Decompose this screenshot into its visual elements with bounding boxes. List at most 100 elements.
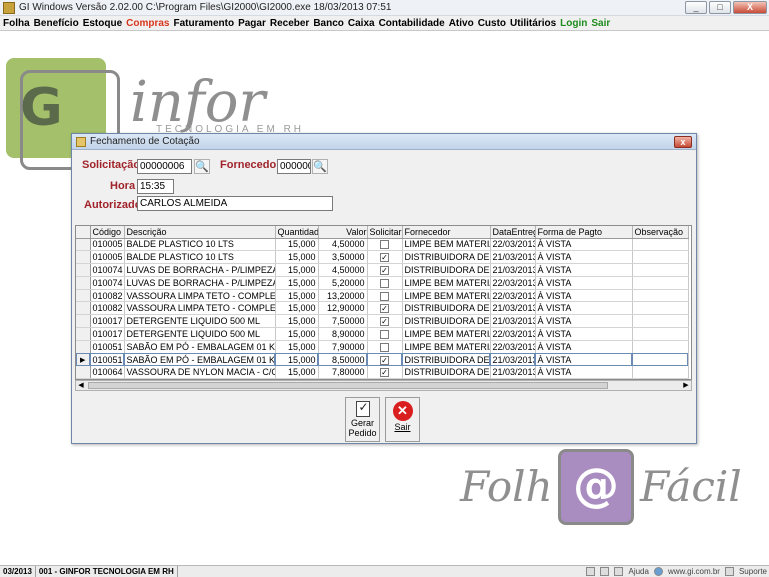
- column-header-fornecedor[interactable]: Fornecedor: [402, 226, 491, 239]
- column-header-pagto[interactable]: Forma de Pagto: [535, 226, 633, 239]
- column-header-valor[interactable]: Valor: [318, 226, 368, 239]
- solicitar-checkbox[interactable]: [380, 278, 389, 288]
- cell-solicitar[interactable]: [367, 327, 403, 341]
- calculator-icon[interactable]: [600, 567, 610, 576]
- minimize-button[interactable]: _: [685, 1, 707, 14]
- menu-item-contabilidade[interactable]: Contabilidade: [379, 18, 445, 29]
- menu-item-banco[interactable]: Banco: [313, 18, 344, 29]
- row-indicator[interactable]: [76, 301, 91, 316]
- close-window-button[interactable]: X: [733, 1, 767, 14]
- row-indicator[interactable]: [76, 289, 91, 303]
- cell-valor: 3,50000: [318, 250, 368, 265]
- cell-data: 21/03/2013: [490, 353, 536, 367]
- column-header-codigo[interactable]: Código: [90, 226, 125, 239]
- fornecedor-binoculars-icon[interactable]: 🔍: [312, 159, 328, 174]
- table-row[interactable]: 010074LUVAS DE BORRACHA - P/LIMPEZA GERA…: [76, 276, 689, 290]
- cell-solicitar[interactable]: [367, 289, 403, 303]
- row-indicator[interactable]: [76, 238, 91, 252]
- solicitar-checkbox[interactable]: ✓: [380, 368, 389, 378]
- scroll-right-arrow-icon[interactable]: ▶: [681, 381, 691, 390]
- column-header-solicitar[interactable]: Solicitar: [367, 226, 403, 239]
- solicitar-checkbox[interactable]: ✓: [380, 304, 389, 314]
- suporte-link[interactable]: Suporte: [739, 567, 767, 576]
- table-row[interactable]: 010082 VASSOURA LIMPA TETO - COMPLETO 15,0…: [76, 289, 689, 303]
- menu-item-caixa[interactable]: Caixa: [348, 18, 375, 29]
- scroll-left-arrow-icon[interactable]: ◀: [76, 381, 86, 390]
- solicitar-checkbox[interactable]: ✓: [380, 266, 389, 276]
- cell-fornecedor: DISTRIBUIDORA DE M...: [402, 353, 491, 367]
- column-header-quantidade[interactable]: Quantidade: [275, 226, 319, 239]
- solicitar-checkbox[interactable]: [380, 291, 389, 301]
- cell-solicitar[interactable]: ✓: [367, 250, 403, 265]
- sair-button[interactable]: ✕ Sair: [385, 397, 420, 442]
- table-row[interactable]: 010005 BALDE PLASTICO 10 LTS 15,000 3,50000…: [76, 250, 689, 265]
- autorizado-field[interactable]: CARLOS ALMEIDA: [137, 196, 333, 211]
- scroll-thumb[interactable]: [88, 382, 608, 389]
- menu-item-pagar[interactable]: Pagar: [238, 18, 266, 29]
- table-row[interactable]: 010017 DETERGENTE LIQUIDO 500 ML 15,000 8,9…: [76, 327, 689, 341]
- menu-item-beneficio[interactable]: Benefício: [34, 18, 79, 29]
- row-indicator[interactable]: ▶: [76, 353, 91, 367]
- cell-valor: 4,50000: [318, 238, 368, 252]
- hora-field[interactable]: 15:35: [137, 179, 174, 194]
- table-row[interactable]: 010074LUVAS DE BORRACHA - P/LIMPEZA GERA…: [76, 263, 689, 277]
- row-indicator[interactable]: [76, 327, 91, 341]
- site-link[interactable]: www.gi.com.br: [668, 567, 720, 576]
- solicitar-checkbox[interactable]: [380, 330, 389, 340]
- menu-item-custo[interactable]: Custo: [478, 18, 506, 29]
- column-header-obs[interactable]: Observação: [632, 226, 689, 239]
- dialog-close-button[interactable]: x: [674, 136, 692, 148]
- row-indicator[interactable]: [76, 250, 91, 265]
- cell-solicitar[interactable]: [367, 340, 403, 354]
- menu-item-sair[interactable]: Sair: [591, 18, 610, 29]
- menu-item-compras[interactable]: Compras: [126, 18, 169, 29]
- horizontal-scrollbar[interactable]: ◀ ▶: [75, 380, 692, 391]
- menu-item-receber[interactable]: Receber: [270, 18, 309, 29]
- table-row[interactable]: 010064VASSOURA DE NYLON MACIA - C/CABO15…: [76, 365, 689, 379]
- menu-item-estoque[interactable]: Estoque: [83, 18, 122, 29]
- solicitacao-binoculars-icon[interactable]: 🔍: [194, 159, 210, 174]
- cell-data: 22/03/2013: [490, 289, 536, 303]
- menu-item-ativo[interactable]: Ativo: [449, 18, 474, 29]
- row-indicator[interactable]: [76, 263, 91, 277]
- maximize-button[interactable]: □: [709, 1, 731, 14]
- cell-solicitar[interactable]: [367, 276, 403, 290]
- menu-item-utilitarios[interactable]: Utilitários: [510, 18, 556, 29]
- row-indicator[interactable]: [76, 340, 91, 354]
- solicitar-checkbox[interactable]: [380, 240, 389, 250]
- solicitar-checkbox[interactable]: [380, 342, 389, 352]
- solicitacao-field[interactable]: 00000006: [137, 159, 192, 174]
- table-row[interactable]: 010082 VASSOURA LIMPA TETO - COMPLETO 15,0…: [76, 301, 689, 316]
- cell-solicitar[interactable]: ✓: [367, 263, 403, 277]
- help-icon[interactable]: [614, 567, 624, 576]
- solicitar-checkbox[interactable]: ✓: [380, 253, 389, 263]
- status-date: 03/2013: [0, 566, 36, 577]
- menu-item-login[interactable]: Login: [560, 18, 587, 29]
- row-indicator[interactable]: [76, 365, 91, 379]
- gerar-pedido-button[interactable]: Gerar Pedido: [345, 397, 380, 442]
- row-indicator[interactable]: [76, 314, 91, 329]
- solicitar-checkbox[interactable]: ✓: [380, 317, 389, 327]
- row-indicator[interactable]: [76, 276, 91, 290]
- solicitar-checkbox[interactable]: ✓: [380, 355, 389, 365]
- window-tile-icon[interactable]: [586, 567, 596, 576]
- cell-quantidade: 15,000: [275, 365, 319, 379]
- ajuda-link[interactable]: Ajuda: [628, 567, 648, 576]
- menu-item-faturamento[interactable]: Faturamento: [174, 18, 235, 29]
- cell-solicitar[interactable]: [367, 238, 403, 252]
- cell-solicitar[interactable]: ✓: [367, 301, 403, 316]
- column-header-descricao[interactable]: Descrição: [124, 226, 276, 239]
- table-row[interactable]: 010017 DETERGENTE LIQUIDO 500 ML 15,000 7,5…: [76, 314, 689, 329]
- table-row[interactable]: ▶ 010051 SABÃO EM PÓ - EMBALAGEM 01 KG 15,0…: [76, 353, 689, 367]
- menu-item-folha[interactable]: Folha: [3, 18, 30, 29]
- cell-solicitar[interactable]: ✓: [367, 314, 403, 329]
- fornecedor-field[interactable]: 000000: [277, 159, 311, 174]
- cell-fornecedor: DISTRIBUIDORA DE M...: [402, 314, 491, 329]
- cell-quantidade: 15,000: [275, 327, 319, 341]
- cell-solicitar[interactable]: ✓: [367, 353, 403, 367]
- cell-solicitar[interactable]: ✓: [367, 365, 403, 379]
- table-row[interactable]: 010005 BALDE PLASTICO 10 LTS 15,000 4,50000…: [76, 238, 689, 252]
- cotacao-grid[interactable]: CódigoDescriçãoQuantidadeValorSolicitarF…: [75, 225, 692, 380]
- table-row[interactable]: 010051 SABÃO EM PÓ - EMBALAGEM 01 KG 15,00…: [76, 340, 689, 354]
- column-header-data[interactable]: DataEntrega: [490, 226, 536, 239]
